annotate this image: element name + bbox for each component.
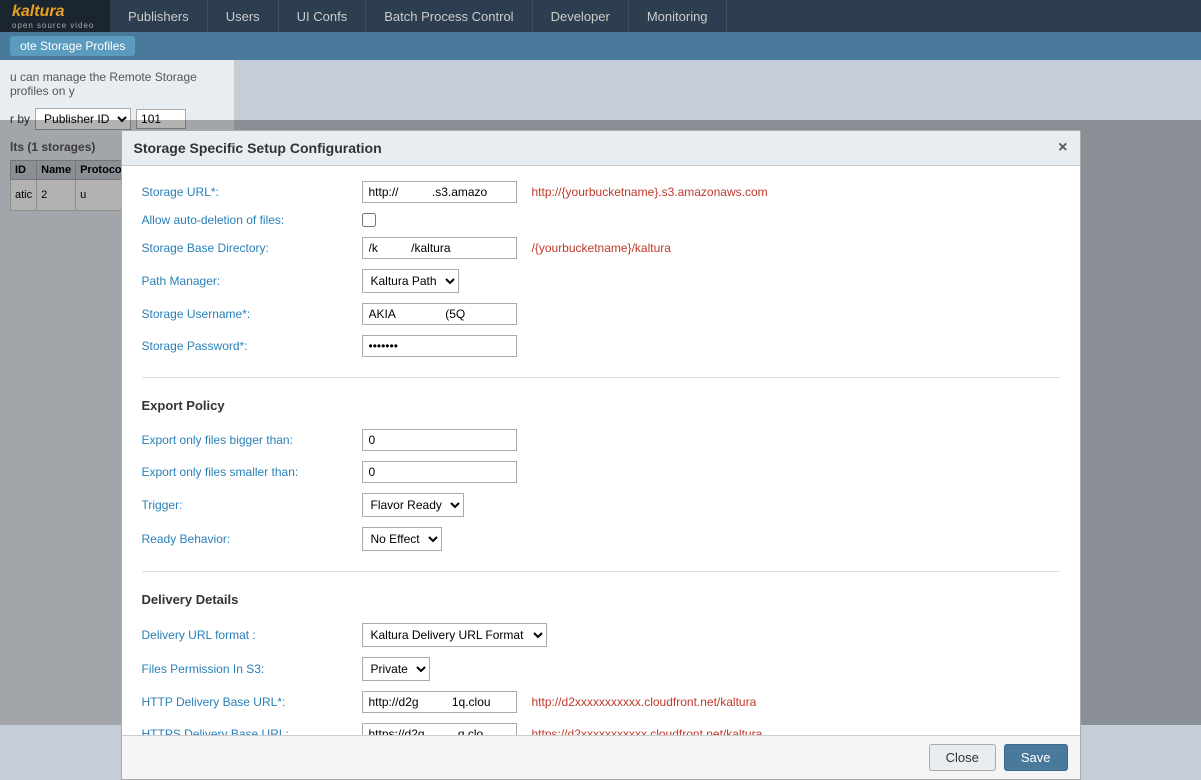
- storage-url-hint: http://{yourbucketname}.s3.amazonaws.com: [532, 185, 768, 199]
- username-label: Storage Username*:: [142, 307, 362, 321]
- password-label: Storage Password*:: [142, 339, 362, 353]
- path-manager-select[interactable]: Kaltura Path: [362, 269, 459, 293]
- modal-header: Storage Specific Setup Configuration ×: [122, 131, 1080, 166]
- storage-url-row: Storage URL*: http://{yourbucketname}.s3…: [142, 181, 1060, 203]
- ready-behavior-label: Ready Behavior:: [142, 532, 362, 546]
- modal-close-button[interactable]: ×: [1058, 139, 1067, 157]
- trigger-select[interactable]: Flavor Ready: [362, 493, 464, 517]
- save-button[interactable]: Save: [1004, 744, 1068, 771]
- files-permission-label: Files Permission In S3:: [142, 662, 362, 676]
- export-policy-title: Export Policy: [142, 398, 1060, 417]
- base-dir-label: Storage Base Directory:: [142, 241, 362, 255]
- auto-deletion-row: Allow auto-deletion of files:: [142, 213, 1060, 227]
- logo: kaltura open source video: [0, 0, 110, 32]
- nav-items: Publishers Users UI Confs Batch Process …: [110, 0, 727, 32]
- http-base-url-input[interactable]: [362, 691, 517, 713]
- nav-ui-confs[interactable]: UI Confs: [279, 0, 367, 32]
- files-permission-control: Private: [362, 657, 430, 681]
- base-dir-hint: /{yourbucketname}/kaltura: [532, 241, 671, 255]
- smaller-than-input[interactable]: [362, 461, 517, 483]
- storage-section: Storage URL*: http://{yourbucketname}.s3…: [142, 181, 1060, 357]
- storage-url-control: http://{yourbucketname}.s3.amazonaws.com: [362, 181, 768, 203]
- http-base-url-row: HTTP Delivery Base URL*: http://d2xxxxxx…: [142, 691, 1060, 713]
- bigger-than-input[interactable]: [362, 429, 517, 451]
- https-base-url-label: HTTPS Delivery Base URL:: [142, 727, 362, 735]
- modal: Storage Specific Setup Configuration × S…: [121, 130, 1081, 780]
- https-base-url-hint: https://d2xxxxxxxxxxx.cloudfront.net/kal…: [532, 727, 763, 735]
- storage-profiles-button[interactable]: ote Storage Profiles: [10, 36, 135, 56]
- http-base-url-label: HTTP Delivery Base URL*:: [142, 695, 362, 709]
- bigger-than-row: Export only files bigger than:: [142, 429, 1060, 451]
- username-row: Storage Username*:: [142, 303, 1060, 325]
- delivery-details-title: Delivery Details: [142, 592, 1060, 611]
- delivery-url-format-label: Delivery URL format :: [142, 628, 362, 642]
- trigger-control: Flavor Ready: [362, 493, 464, 517]
- auto-deletion-control: [362, 213, 376, 227]
- logo-name: kaltura: [12, 3, 64, 20]
- export-policy-section: Export Policy Export only files bigger t…: [142, 398, 1060, 551]
- smaller-than-control: [362, 461, 517, 483]
- left-panel-info: u can manage the Remote Storage profiles…: [10, 70, 224, 98]
- ready-behavior-select[interactable]: No Effect: [362, 527, 442, 551]
- path-manager-control: Kaltura Path: [362, 269, 459, 293]
- nav-batch-process[interactable]: Batch Process Control: [366, 0, 532, 32]
- password-input[interactable]: [362, 335, 517, 357]
- modal-body: Storage URL*: http://{yourbucketname}.s3…: [122, 166, 1080, 735]
- smaller-than-label: Export only files smaller than:: [142, 465, 362, 479]
- delivery-details-section: Delivery Details Delivery URL format : K…: [142, 592, 1060, 735]
- username-control: [362, 303, 517, 325]
- auto-deletion-checkbox[interactable]: [362, 213, 376, 227]
- close-button[interactable]: Close: [929, 744, 996, 771]
- trigger-row: Trigger: Flavor Ready: [142, 493, 1060, 517]
- nav-developer[interactable]: Developer: [533, 0, 629, 32]
- bigger-than-label: Export only files bigger than:: [142, 433, 362, 447]
- trigger-label: Trigger:: [142, 498, 362, 512]
- modal-overlay: Storage Specific Setup Configuration × S…: [0, 120, 1201, 725]
- nav-monitoring[interactable]: Monitoring: [629, 0, 727, 32]
- files-permission-select[interactable]: Private: [362, 657, 430, 681]
- path-manager-label: Path Manager:: [142, 274, 362, 288]
- password-control: [362, 335, 517, 357]
- delivery-url-format-select[interactable]: Kaltura Delivery URL Format: [362, 623, 547, 647]
- password-row: Storage Password*:: [142, 335, 1060, 357]
- storage-url-input[interactable]: [362, 181, 517, 203]
- files-permission-row: Files Permission In S3: Private: [142, 657, 1060, 681]
- storage-url-label: Storage URL*:: [142, 185, 362, 199]
- delivery-url-format-row: Delivery URL format : Kaltura Delivery U…: [142, 623, 1060, 647]
- top-nav: kaltura open source video Publishers Use…: [0, 0, 1201, 32]
- username-input[interactable]: [362, 303, 517, 325]
- page-content: u can manage the Remote Storage profiles…: [0, 60, 1201, 725]
- ready-behavior-control: No Effect: [362, 527, 442, 551]
- base-dir-control: /{yourbucketname}/kaltura: [362, 237, 671, 259]
- nav-users[interactable]: Users: [208, 0, 279, 32]
- path-manager-row: Path Manager: Kaltura Path: [142, 269, 1060, 293]
- delivery-url-format-control: Kaltura Delivery URL Format: [362, 623, 547, 647]
- modal-footer: Close Save: [122, 735, 1080, 779]
- logo-sub: open source video: [12, 21, 94, 30]
- smaller-than-row: Export only files smaller than:: [142, 461, 1060, 483]
- nav-publishers[interactable]: Publishers: [110, 0, 208, 32]
- bigger-than-control: [362, 429, 517, 451]
- sub-header: ote Storage Profiles: [0, 32, 1201, 60]
- base-dir-row: Storage Base Directory: /{yourbucketname…: [142, 237, 1060, 259]
- ready-behavior-row: Ready Behavior: No Effect: [142, 527, 1060, 551]
- modal-title: Storage Specific Setup Configuration: [134, 140, 382, 156]
- base-dir-input[interactable]: [362, 237, 517, 259]
- http-base-url-hint: http://d2xxxxxxxxxxx.cloudfront.net/kalt…: [532, 695, 757, 709]
- auto-deletion-label: Allow auto-deletion of files:: [142, 213, 362, 227]
- http-base-url-control: http://d2xxxxxxxxxxx.cloudfront.net/kalt…: [362, 691, 757, 713]
